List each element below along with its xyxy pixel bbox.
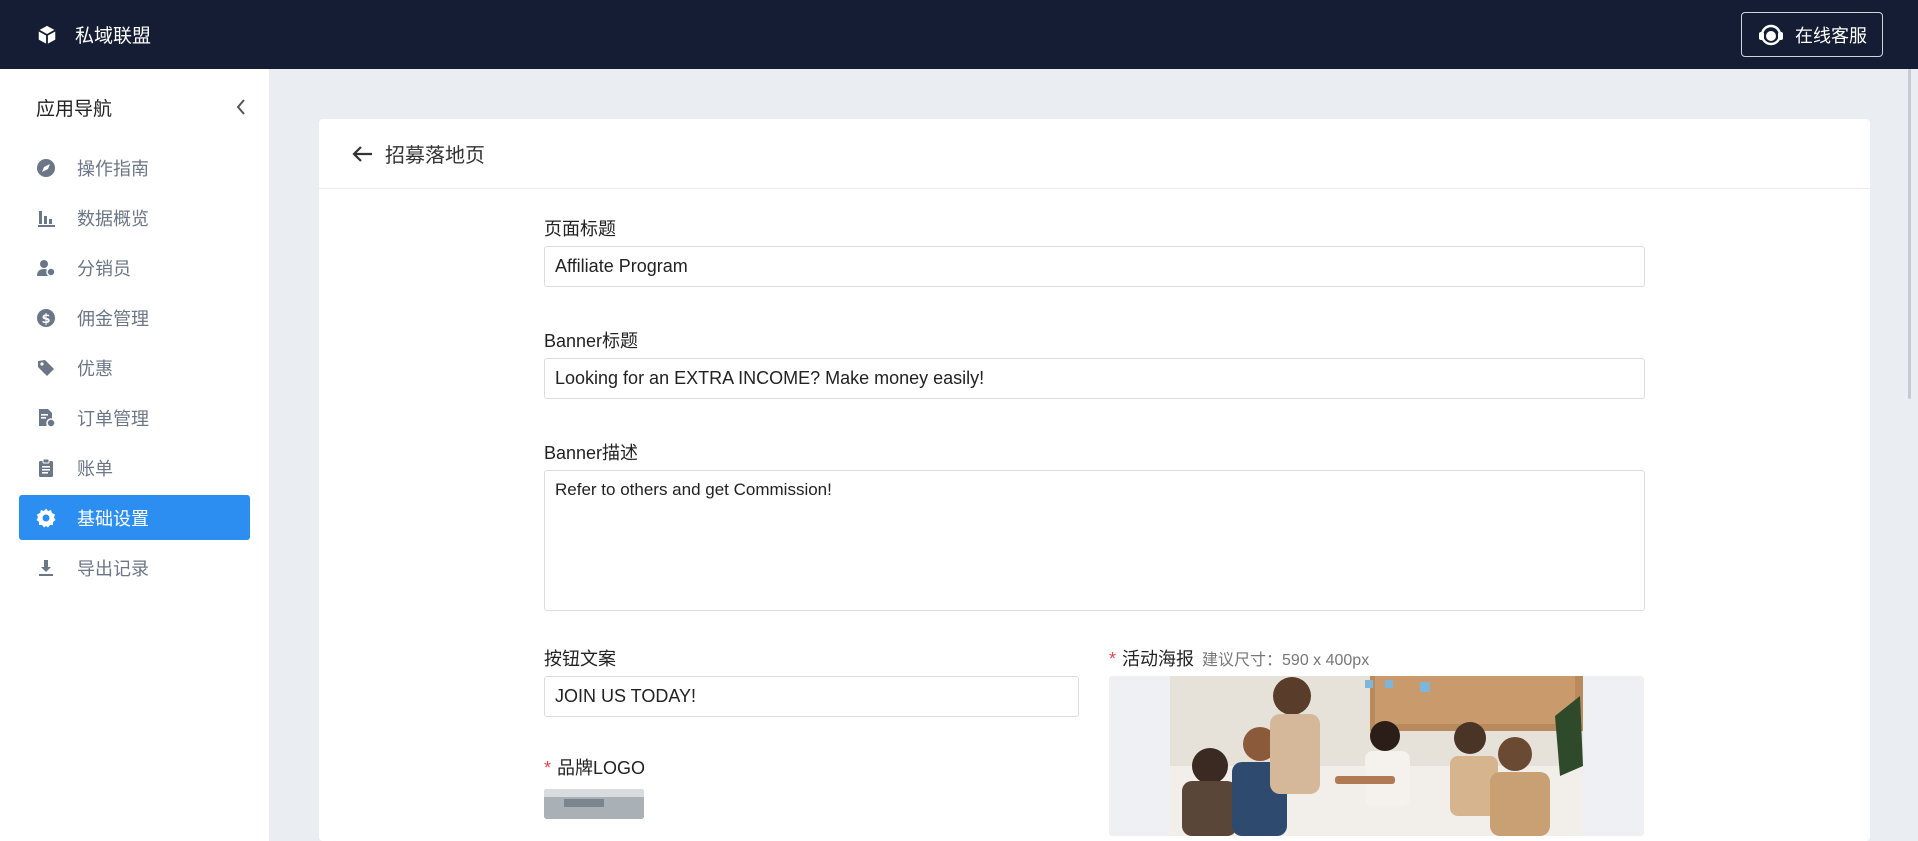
users-icon [35,257,57,279]
page-title-field: 页面标题 [544,218,1645,287]
banner-desc-textarea[interactable]: Refer to others and get Commission! [544,470,1645,611]
tag-icon [35,357,57,379]
sidebar-title: 应用导航 [36,98,113,120]
button-and-poster-row: 按钮文案 *品牌LOGO *活动海报建议尺寸：590 x 400px [544,648,1645,836]
order-doc-icon [35,407,57,429]
brand[interactable]: 私域联盟 [35,21,151,48]
left-column: 按钮文案 *品牌LOGO [544,648,1079,836]
sidebar-item-label: 订单管理 [77,408,149,429]
sidebar-item-guide[interactable]: 操作指南 [19,145,250,190]
svg-text:$: $ [41,312,50,327]
poster-size-hint: 建议尺寸：590 x 400px [1202,652,1370,669]
sidebar-item-label: 操作指南 [77,158,149,179]
brand-logo-label: * 品牌LOGO [544,757,1079,779]
sidebar-item-export-records[interactable]: 导出记录 [19,545,250,590]
banner-title-label: Banner标题 [544,331,639,351]
page-scrollbar[interactable] [1902,69,1918,841]
scrollbar-thumb[interactable] [1908,69,1911,399]
headset-icon [1757,21,1785,49]
cube-icon [35,23,59,47]
sidebar-item-label: 分销员 [77,258,131,279]
sidebar-item-label: 优惠 [77,358,113,379]
sidebar-item-commission[interactable]: $ 佣金管理 [19,295,250,340]
poster-label-text: 活动海报 [1122,649,1195,669]
required-mark: * [544,758,552,778]
page-title: 招募落地页 [385,145,485,167]
poster-label: * 活动海报 建议尺寸：590 x 400px [1109,648,1644,670]
gear-icon [35,507,57,529]
bar-chart-icon [35,207,57,229]
sidebar-item-settings[interactable]: 基础设置 [19,495,250,540]
card-header: 招募落地页 [319,119,1870,189]
brand-logo-label-text: 品牌LOGO [557,758,646,778]
sidebar-item-label: 数据概览 [77,208,149,229]
page-title-input[interactable] [544,246,1645,287]
brand-name: 私域联盟 [75,26,152,47]
landing-page-form: 页面标题 Banner标题 Banner描述 Refer to others a… [544,218,1645,836]
sidebar-item-label: 基础设置 [77,508,149,529]
sidebar-item-orders[interactable]: 订单管理 [19,395,250,440]
sidebar-item-label: 佣金管理 [77,308,149,329]
download-icon [35,557,57,579]
banner-title-input[interactable] [544,358,1645,399]
brand-logo-thumbnail[interactable] [544,789,644,819]
right-column: * 活动海报 建议尺寸：590 x 400px [1109,648,1644,836]
online-support-label: 在线客服 [1795,25,1867,46]
sidebar-item-label: 账单 [77,458,113,479]
sidebar-item-bills[interactable]: 账单 [19,445,250,490]
poster-image [1170,676,1583,836]
sidebar-nav: 操作指南 数据概览 分销员 $ 佣金管理 优惠 订单管理 账单 基础设置 导出记… [0,145,269,590]
sidebar-item-overview[interactable]: 数据概览 [19,195,250,240]
required-mark: * [1109,649,1117,669]
sidebar-item-discounts[interactable]: 优惠 [19,345,250,390]
banner-title-field: Banner标题 [544,330,1645,399]
sidebar: 应用导航 操作指南 数据概览 分销员 $ 佣金管理 优惠 订单管理 账单 基础设… [0,69,269,841]
main-card: 招募落地页 页面标题 Banner标题 Banner描述 Refer to ot… [319,119,1870,841]
dollar-icon: $ [35,307,57,329]
poster-upload-box[interactable] [1109,676,1644,836]
online-support-button[interactable]: 在线客服 [1741,12,1883,57]
back-arrow-icon[interactable] [351,142,375,166]
sidebar-item-label: 导出记录 [77,558,149,579]
sidebar-item-distributors[interactable]: 分销员 [19,245,250,290]
banner-desc-field: Banner描述 Refer to others and get Commiss… [544,442,1645,611]
button-text-input[interactable] [544,676,1079,717]
page-title-label: 页面标题 [544,219,616,239]
banner-desc-label: Banner描述 [544,443,639,463]
collapse-sidebar-icon[interactable] [231,97,251,117]
clipboard-icon [35,457,57,479]
button-text-label: 按钮文案 [544,649,616,669]
top-bar: 私域联盟 在线客服 [0,0,1918,69]
compass-icon [35,157,57,179]
